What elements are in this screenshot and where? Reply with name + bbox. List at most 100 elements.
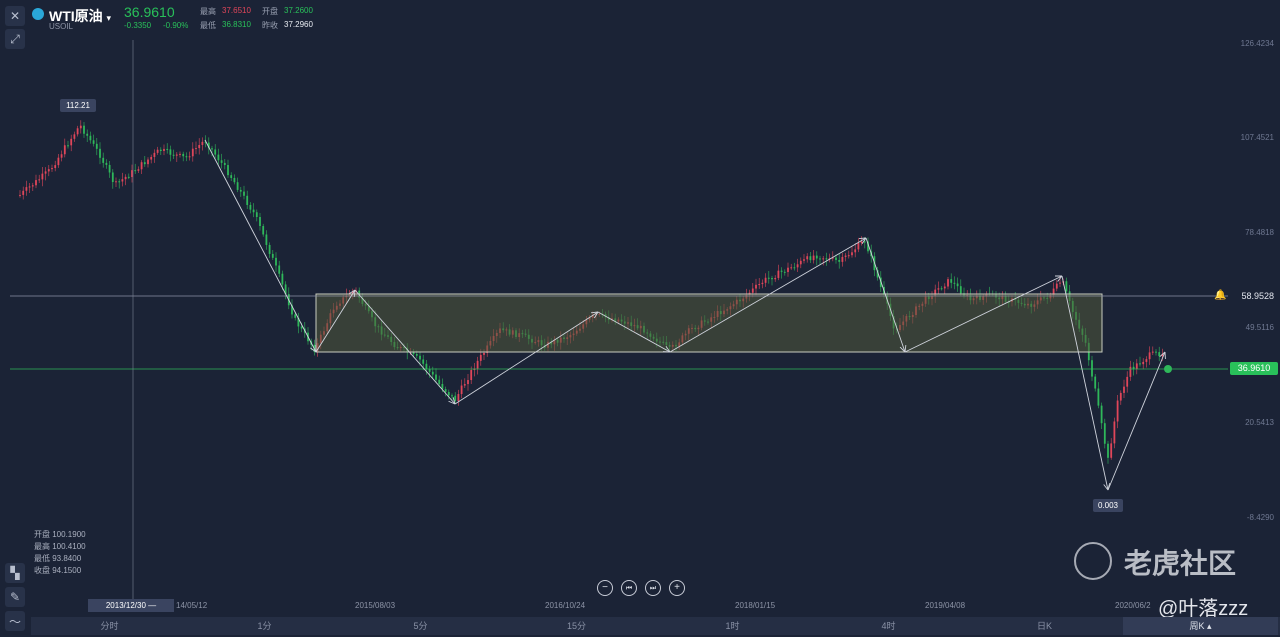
candle-body (25, 187, 28, 191)
candle-body (959, 286, 962, 294)
candle-body (41, 173, 44, 180)
tab-1min[interactable]: 1分 (187, 617, 342, 635)
candle-body (278, 265, 281, 274)
candle-body (99, 148, 101, 158)
candle-body (281, 273, 284, 285)
tab-5min[interactable]: 5分 (343, 617, 498, 635)
watermark-brand: 老虎社区 (1124, 548, 1237, 579)
candle-body (854, 249, 857, 253)
candle-body (22, 190, 25, 195)
candle-body (777, 270, 780, 278)
candle-body (1100, 405, 1103, 424)
candle-body (275, 257, 277, 266)
candle-body (1059, 282, 1061, 284)
low-price-tag: 0.003 (1093, 499, 1123, 512)
current-price-tag: 36.9610 (1230, 362, 1278, 375)
alert-icon[interactable]: 🔔 (1214, 290, 1226, 301)
candle-body (236, 182, 239, 190)
candle-body (271, 253, 274, 258)
candle-body (790, 267, 793, 269)
candle-body (1065, 281, 1068, 292)
candle-body (803, 259, 805, 261)
ohlc-low: 最低 93.8400 (34, 554, 82, 563)
candle-body (841, 256, 844, 262)
candle-body (124, 176, 127, 180)
candle-body (956, 283, 959, 287)
zoom-out-button[interactable]: − (597, 580, 613, 596)
close-button[interactable]: ✕ (5, 6, 25, 26)
candle-body (1110, 443, 1113, 458)
symbol-logo-icon (32, 8, 44, 20)
candle-body (92, 140, 95, 144)
candle-body (947, 279, 949, 287)
expand-button[interactable]: ⤢ (5, 29, 25, 49)
candle-body (1113, 421, 1116, 444)
candle-body (76, 128, 79, 135)
tab-daily[interactable]: 日K (967, 617, 1122, 635)
candle-body (1123, 386, 1125, 393)
candle-body (847, 255, 850, 257)
candle-body (844, 255, 847, 257)
ohlc-open: 开盘 100.1900 (34, 530, 86, 539)
candle-body (44, 171, 47, 174)
candle-body (454, 395, 457, 401)
candle-body (121, 179, 124, 182)
draw-button[interactable]: ✎ (5, 587, 25, 607)
candle-body (1158, 352, 1161, 357)
x-tick-4: 2018/01/15 (735, 601, 776, 610)
symbol-code: USOIL (49, 22, 74, 31)
candle-body (470, 370, 473, 381)
candle-body (153, 152, 156, 157)
candle-body (182, 153, 185, 157)
candle-body (294, 314, 297, 318)
candle-body (233, 177, 236, 183)
line-tool-button[interactable]: 〜 (5, 611, 25, 631)
candle-body (47, 169, 50, 172)
candle-body (783, 271, 786, 273)
candle-body (1129, 366, 1132, 377)
candle-body (217, 154, 220, 161)
tab-15min[interactable]: 15分 (499, 617, 654, 635)
ref-price-label: 58.9528 (1241, 291, 1274, 301)
candle-body (227, 165, 229, 176)
zoom-in-icon: + (674, 582, 680, 593)
zoom-in-button[interactable]: + (669, 580, 685, 596)
low-value: 36.8310 (222, 20, 251, 29)
tab-fenshi[interactable]: 分时 (32, 617, 187, 635)
candle-body (230, 175, 233, 178)
candle-body (246, 195, 249, 205)
candle-body (1145, 359, 1148, 362)
forward-button[interactable]: ⏭ (645, 580, 661, 596)
tab-1hour[interactable]: 1时 (655, 617, 810, 635)
rewind-button[interactable]: ⏮ (621, 580, 637, 596)
candle-body (191, 148, 194, 157)
candle-body (169, 149, 172, 155)
x-tick-6: 2020/06/2 (1115, 601, 1151, 610)
candle-body (771, 277, 773, 280)
candle-body (793, 267, 796, 269)
candle-body (838, 259, 841, 262)
candle-body (860, 241, 863, 243)
candle-body (937, 288, 940, 290)
candle-body (111, 172, 114, 183)
candle-body (54, 165, 57, 169)
close-icon: ✕ (9, 9, 21, 23)
high-value: 37.6510 (222, 6, 251, 15)
tab-weekly[interactable]: 周K ▴ (1123, 617, 1278, 635)
range-box[interactable] (315, 293, 1103, 353)
candle-body (1116, 400, 1119, 422)
candle-body (483, 352, 485, 355)
candle-body (118, 181, 121, 183)
candle-body (1142, 361, 1145, 365)
candle-body (425, 363, 428, 370)
candle-body (134, 170, 137, 172)
tab-4hour[interactable]: 4时 (811, 617, 966, 635)
open-label: 开盘 (262, 7, 278, 16)
indicator-button[interactable]: ▚ (5, 563, 25, 583)
candle-body (143, 162, 146, 165)
y-tick-1: 126.4234 (1240, 39, 1274, 48)
x-tick-2: 2015/08/03 (355, 601, 396, 610)
candle-body (51, 168, 53, 170)
candle-body (150, 156, 153, 160)
candle-body (428, 369, 431, 372)
